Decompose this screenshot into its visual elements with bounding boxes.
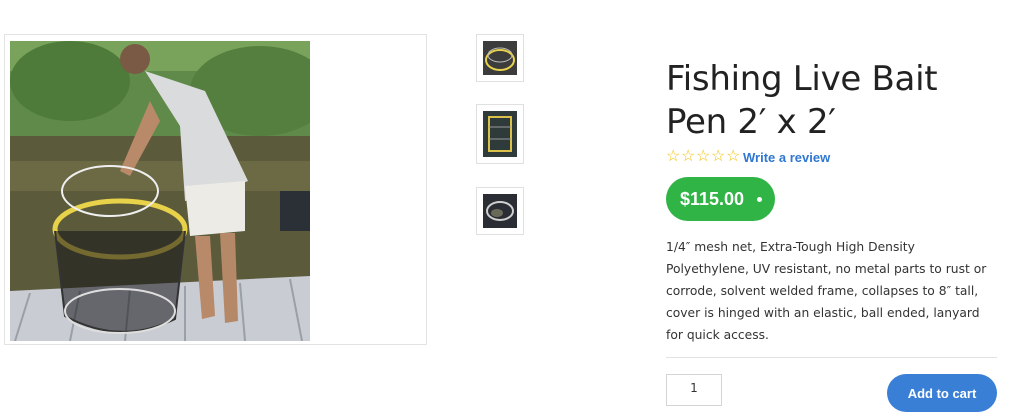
product-title: Fishing Live Bait Pen 2′ x 2′ <box>666 58 1006 144</box>
product-main-image[interactable] <box>10 41 310 341</box>
divider <box>666 357 997 358</box>
product-description: 1/4″ mesh net, Extra-Tough High Density … <box>666 240 987 342</box>
add-to-cart-button[interactable]: Add to cart <box>887 374 997 412</box>
star-icon: ☆ <box>726 148 741 165</box>
star-icon: ☆ <box>696 148 711 165</box>
product-title-line2: Pen 2′ x 2′ <box>666 102 836 142</box>
price-badge: $115.00 <box>666 177 775 221</box>
product-thumbnail-3[interactable] <box>476 187 524 235</box>
thumbnail-image-3 <box>483 194 517 228</box>
product-thumbnail-2[interactable] <box>476 104 524 164</box>
star-icon: ☆ <box>681 148 696 165</box>
price-value: $115.00 <box>680 188 745 209</box>
product-thumbnail-1[interactable] <box>476 34 524 82</box>
quantity-input[interactable]: 1 <box>666 374 722 406</box>
rating-row: ☆ ☆ ☆ ☆ ☆ Write a review <box>666 148 830 166</box>
star-icon: ☆ <box>666 148 681 165</box>
main-image-frame <box>4 34 427 345</box>
star-icon: ☆ <box>711 148 726 165</box>
product-title-line1: Fishing Live Bait <box>666 59 938 99</box>
thumbnail-image-2 <box>483 111 517 157</box>
write-review-link[interactable]: Write a review <box>743 150 830 165</box>
price-dot-icon <box>757 196 763 202</box>
thumbnail-image-1 <box>483 41 517 75</box>
